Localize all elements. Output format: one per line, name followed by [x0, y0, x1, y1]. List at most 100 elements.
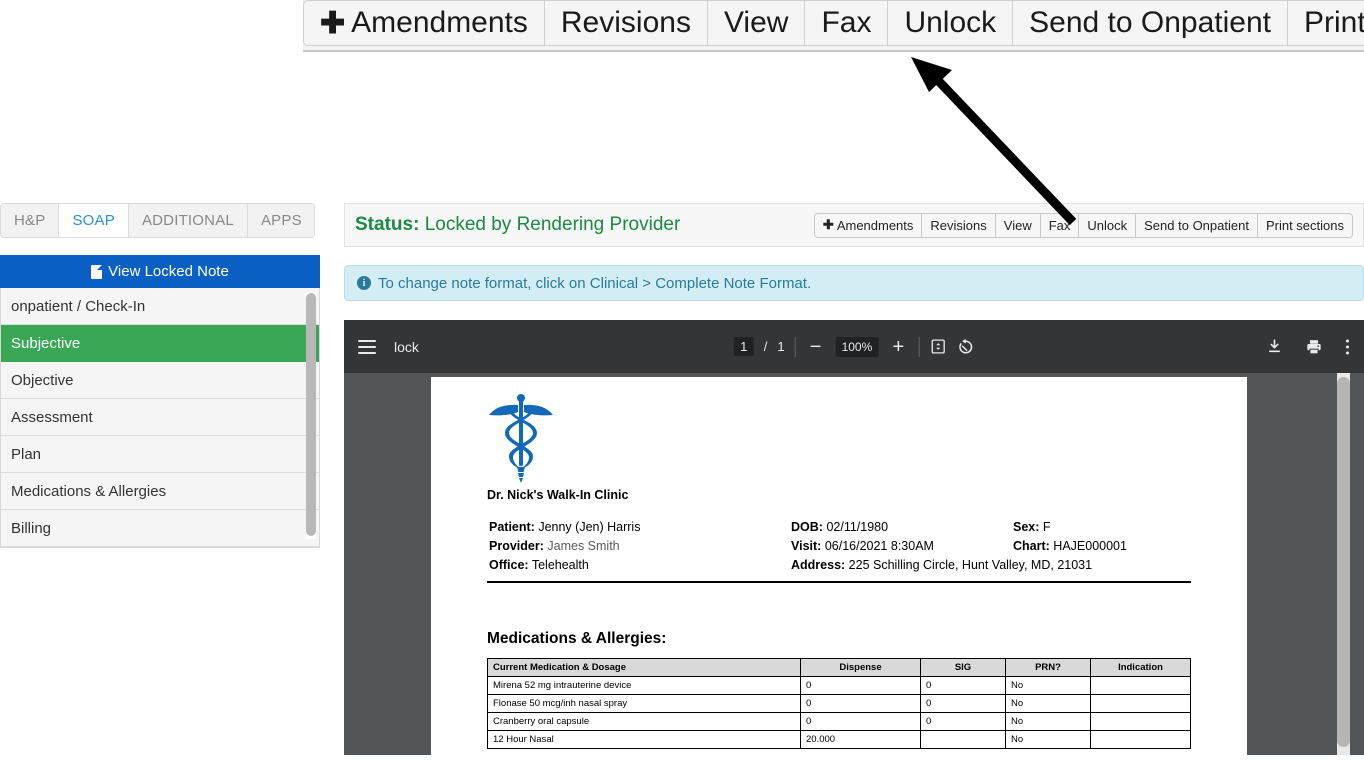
magnified-button-fax[interactable]: Fax — [805, 0, 889, 46]
main-content: Status: Locked by Rendering Provider ✚ Am… — [344, 203, 1364, 755]
tab-h-p[interactable]: H&P — [1, 204, 60, 237]
pdf-page-area: Dr. Nick's Walk-In Clinic Patient: Jenny… — [344, 373, 1364, 755]
plus-icon: ✚ — [320, 6, 346, 40]
info-banner-text: To change note format, click on Clinical… — [378, 274, 812, 292]
magnified-button-group: ✚ Amendments Revisions View Fax Unlock Send to… — [303, 0, 1364, 46]
magnified-button-unlock[interactable]: Unlock — [888, 0, 1014, 46]
table-cell — [920, 730, 1006, 749]
tab-soap[interactable]: SOAP — [59, 204, 129, 237]
table-cell: Mirena 52 mg intrauterine device — [487, 676, 801, 695]
pdf-filename: lock — [394, 338, 419, 355]
sidebar-item-objective[interactable]: Objective — [1, 362, 319, 399]
sidebar-item-subjective[interactable]: Subjective — [1, 325, 319, 362]
magnified-button-view[interactable]: View — [707, 0, 806, 46]
table-row: Mirena 52 mg intrauterine device 0 0 No — [487, 676, 1191, 695]
magnified-button-label: Fax — [821, 6, 872, 39]
magnified-button-label: Amendments — [351, 6, 528, 39]
sidebar-item-plan[interactable]: Plan — [1, 436, 319, 473]
sidebar-item-billing[interactable]: Billing — [1, 510, 319, 547]
visit-field: Visit: 06/16/2021 8:30AM — [791, 537, 1011, 554]
fit-page-icon[interactable] — [929, 338, 946, 355]
note-section-list: onpatient / Check-In Subjective Objective A… — [0, 288, 320, 548]
note-tabs: H&P SOAP ADDITIONAL APPS — [0, 203, 315, 238]
table-cell — [1090, 694, 1191, 713]
download-icon[interactable] — [1266, 338, 1283, 355]
field-value: F — [1042, 519, 1051, 534]
column-header: PRN? — [1005, 658, 1091, 677]
note-action-buttons: ✚ Amendments Revisions View Fax Unlock Send to… — [813, 212, 1353, 238]
zoom-level-display[interactable]: 100% — [835, 336, 879, 357]
pdf-toolbar: lock 1 / 1 − 100% + — [344, 320, 1364, 373]
magnified-button-label: View — [723, 6, 789, 39]
button-print-sections[interactable]: Print sections — [1257, 212, 1353, 238]
button-amendments[interactable]: ✚ Amendments — [813, 212, 923, 238]
column-header: Dispense — [800, 658, 921, 677]
field-label: DOB: — [791, 519, 823, 534]
patient-field: Patient: Jenny (Jen) Harris — [489, 518, 789, 535]
table-cell: 12 Hour Nasal — [487, 730, 801, 749]
tab-apps[interactable]: APPS — [247, 204, 314, 237]
magnified-button-revisions[interactable]: Revisions — [544, 0, 708, 46]
clinic-name: Dr. Nick's Walk-In Clinic — [487, 488, 629, 502]
pdf-current-page-input[interactable]: 1 — [733, 337, 754, 356]
magnified-button-send-to-onpatient[interactable]: Send to Onpatient — [1013, 0, 1289, 46]
field-label: Address: — [791, 557, 846, 572]
table-cell — [1090, 712, 1191, 731]
tab-additional[interactable]: ADDITIONAL — [128, 204, 248, 237]
pdf-toolbar-right — [1266, 338, 1350, 356]
sidebar-item-onpatient-check-in[interactable]: onpatient / Check-In — [1, 288, 319, 325]
table-cell: 0 — [920, 712, 1006, 731]
table-cell: Cranberry oral capsule — [487, 712, 801, 731]
table-cell: 0 — [920, 676, 1006, 695]
field-label: Chart: — [1013, 538, 1050, 553]
button-label: Unlock — [1087, 217, 1128, 233]
divider — [918, 336, 920, 357]
info-banner: i To change note format, click on Clinic… — [344, 265, 1364, 301]
chart-field: Chart: HAJE000001 — [1013, 537, 1189, 554]
table-row: Patient: Jenny (Jen) Harris DOB: 02/11/1… — [489, 518, 1189, 535]
sidebar-item-assessment[interactable]: Assessment — [1, 399, 319, 436]
zoom-in-button[interactable]: + — [888, 337, 908, 357]
left-panel: H&P SOAP ADDITIONAL APPS View Locked Note o… — [0, 203, 320, 548]
button-revisions[interactable]: Revisions — [922, 212, 996, 238]
field-label: Office: — [489, 557, 529, 572]
print-icon[interactable] — [1305, 338, 1323, 356]
rotate-icon[interactable] — [956, 338, 974, 356]
divider — [487, 581, 1191, 583]
pdf-page: Dr. Nick's Walk-In Clinic Patient: Jenny… — [431, 377, 1247, 755]
table-cell: 0 — [920, 694, 1006, 713]
field-value: 06/16/2021 8:30AM — [824, 538, 934, 553]
button-fax[interactable]: Fax — [1040, 212, 1080, 238]
button-send-to-onpatient[interactable]: Send to Onpatient — [1136, 212, 1258, 238]
sidebar-scrollbar-thumb[interactable] — [306, 293, 316, 536]
button-unlock[interactable]: Unlock — [1079, 212, 1137, 238]
sidebar-item-medications-allergies[interactable]: Medications & Allergies — [1, 473, 319, 510]
pdf-scrollbar-thumb[interactable] — [1337, 377, 1350, 747]
table-cell: No — [1005, 712, 1091, 731]
button-view[interactable]: View — [995, 212, 1041, 238]
menu-icon[interactable] — [358, 339, 376, 354]
table-header-row: Current Medication & Dosage Dispense SIG PR… — [487, 658, 1191, 677]
zoom-out-button[interactable]: − — [806, 337, 826, 357]
pdf-page-separator: / — [763, 339, 768, 354]
table-cell: 0 — [800, 694, 921, 713]
field-value: 225 Schilling Circle, Hunt Valley, MD, 2… — [848, 557, 1093, 572]
sex-field: Sex: F — [1013, 518, 1189, 535]
view-locked-note-button[interactable]: View Locked Note — [0, 255, 320, 288]
table-cell: 0 — [800, 676, 921, 695]
more-options-icon[interactable] — [1345, 338, 1350, 356]
magnified-button-print-sections[interactable]: Print sections — [1288, 0, 1364, 46]
pdf-page-controls: 1 / 1 − 100% + — [733, 336, 975, 357]
magnified-button-amendments[interactable]: ✚ Amendments — [303, 0, 545, 46]
pdf-viewer: lock 1 / 1 − 100% + Dr. Nick's Walk-In C… — [344, 320, 1364, 755]
field-value: Telehealth — [531, 557, 589, 572]
table-cell — [1090, 676, 1191, 695]
provider-field: Provider: James Smith — [489, 537, 789, 554]
field-value: 02/11/1980 — [826, 519, 889, 534]
magnified-button-label: Send to Onpatient — [1029, 6, 1272, 39]
medications-table: Current Medication & Dosage Dispense SIG PR… — [487, 658, 1191, 749]
column-header: SIG — [920, 658, 1006, 677]
field-value: Jenny (Jen) Harris — [538, 519, 641, 534]
field-value: HAJE000001 — [1053, 538, 1127, 553]
button-label: Revisions — [930, 217, 987, 233]
